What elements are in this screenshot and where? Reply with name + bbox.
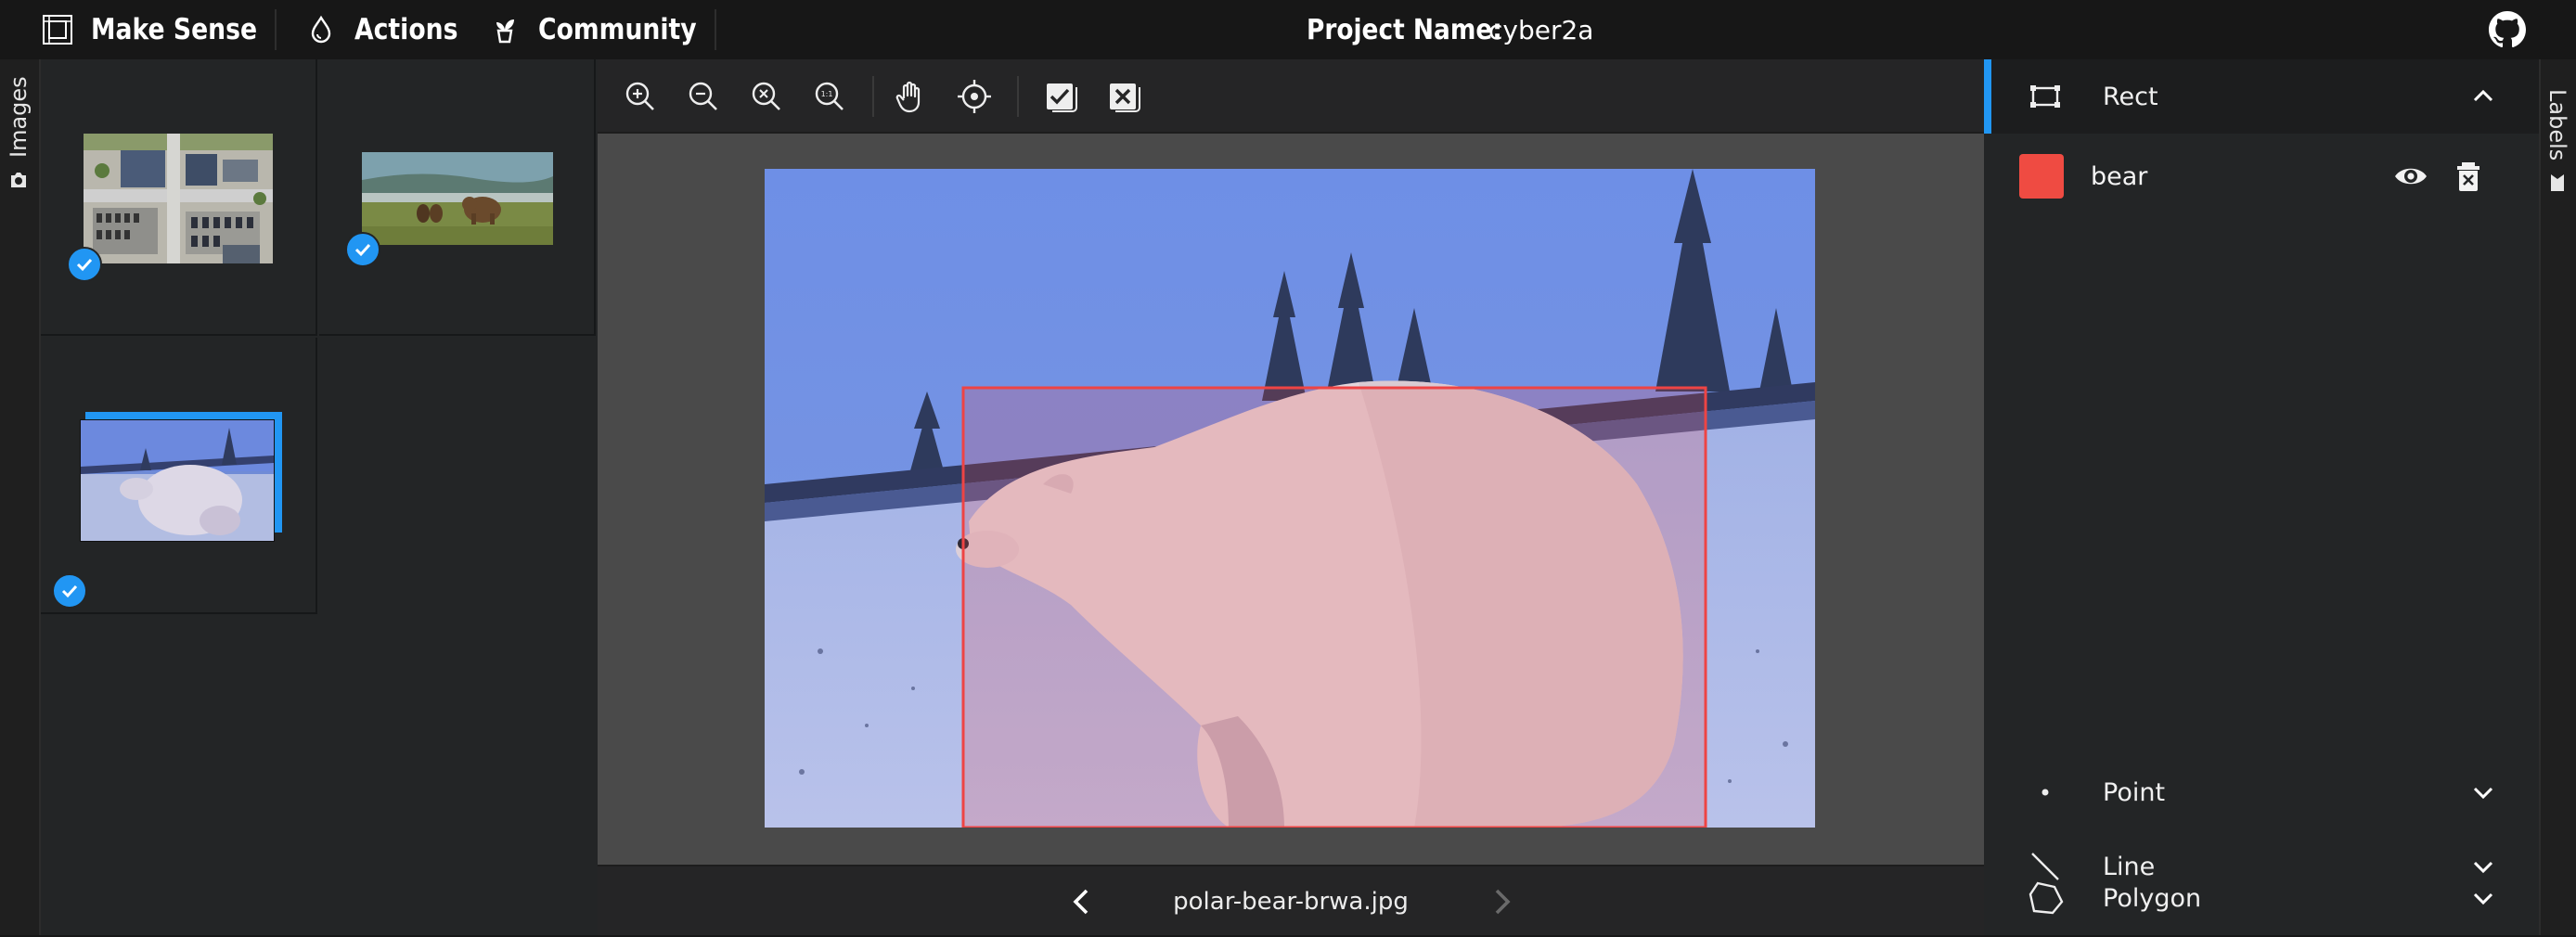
image-thumbnail[interactable] bbox=[80, 419, 275, 542]
image-thumbnail-cell-selected[interactable] bbox=[41, 338, 317, 614]
point-icon bbox=[2041, 789, 2049, 796]
images-panel bbox=[41, 59, 598, 935]
project-name-value[interactable]: cyber2a bbox=[1488, 15, 1593, 45]
zoom-in-icon[interactable] bbox=[622, 78, 659, 115]
images-tab-label: Images bbox=[6, 76, 32, 158]
delete-label-icon[interactable] bbox=[2450, 158, 2487, 195]
editor-toolbar: 1:1 bbox=[598, 59, 1984, 134]
labels-tab-label: Labels bbox=[2544, 89, 2570, 161]
eye-icon[interactable] bbox=[2392, 158, 2429, 195]
next-image-arrow-icon[interactable] bbox=[1483, 883, 1520, 920]
image-thumbnail-cell[interactable] bbox=[41, 59, 317, 336]
zoom-out-icon[interactable] bbox=[685, 78, 722, 115]
tool-point-header[interactable]: Point bbox=[1984, 755, 2539, 829]
label-item[interactable]: bear bbox=[1984, 141, 2539, 212]
aerial-thumbnail-image bbox=[84, 134, 273, 263]
image-thumbnail-cell[interactable] bbox=[319, 59, 596, 336]
chevron-down-icon[interactable] bbox=[2468, 777, 2498, 807]
editor-area: 1:1 polar-bear-brwa.jpg bbox=[598, 59, 1984, 935]
check-icon bbox=[61, 584, 78, 598]
label-name: bear bbox=[2091, 161, 2148, 191]
svg-text:1:1: 1:1 bbox=[821, 90, 833, 98]
annotated-check-badge bbox=[345, 232, 380, 267]
toolbar-divider bbox=[1017, 76, 1019, 117]
nav-divider bbox=[275, 9, 277, 50]
tool-rect-header[interactable]: Rect bbox=[1984, 59, 2539, 134]
zoom-actual-icon[interactable]: 1:1 bbox=[811, 78, 848, 115]
community-icon bbox=[496, 19, 514, 44]
github-icon[interactable] bbox=[2489, 11, 2526, 48]
check-icon bbox=[354, 243, 371, 257]
project-name-label: Project Name: bbox=[1307, 13, 1502, 46]
polar-bear-image bbox=[765, 169, 1815, 828]
chevron-up-icon[interactable] bbox=[2468, 82, 2498, 111]
tool-rect-label: Rect bbox=[2103, 82, 2158, 111]
toolbar-divider bbox=[872, 76, 874, 117]
labels-panel: Rect bear Point Line Polygon bbox=[1984, 59, 2539, 935]
tag-icon bbox=[2551, 174, 2564, 192]
rectangle-icon bbox=[2030, 85, 2060, 108]
zoom-fit-icon[interactable] bbox=[748, 78, 785, 115]
top-navigation-bar: Make Sense Actions Community Project Nam… bbox=[0, 0, 2576, 59]
image-thumbnail[interactable] bbox=[362, 152, 553, 245]
annotated-check-badge bbox=[52, 573, 87, 609]
reject-labels-icon[interactable] bbox=[1104, 78, 1141, 115]
brown-bears-thumbnail-image bbox=[362, 152, 553, 245]
image-navigation-bar: polar-bear-brwa.jpg bbox=[598, 865, 1984, 935]
labels-side-tab[interactable]: Labels bbox=[2539, 59, 2576, 935]
tool-polygon-header[interactable]: Polygon bbox=[1984, 861, 2539, 935]
accept-labels-icon[interactable] bbox=[1041, 78, 1078, 115]
polygon-icon bbox=[2029, 881, 2064, 915]
chevron-down-icon[interactable] bbox=[2468, 883, 2498, 913]
bear-bounding-box bbox=[961, 386, 1707, 828]
app-name: Make Sense bbox=[91, 13, 258, 46]
drop-icon bbox=[311, 15, 331, 44]
nav-actions-label: Actions bbox=[354, 13, 458, 46]
images-side-tab[interactable]: Images bbox=[0, 59, 41, 935]
crosshair-icon[interactable] bbox=[956, 78, 993, 115]
pan-hand-icon[interactable] bbox=[893, 78, 930, 115]
camera-icon bbox=[11, 173, 26, 187]
images-tab-content: Images bbox=[6, 76, 32, 191]
labels-tab-content: Labels bbox=[2544, 89, 2570, 194]
annotated-check-badge bbox=[67, 247, 102, 282]
nav-divider bbox=[715, 9, 716, 50]
check-icon bbox=[76, 258, 93, 272]
label-color-swatch[interactable] bbox=[2019, 154, 2064, 199]
polar-bear-thumbnail-image bbox=[81, 420, 274, 541]
nav-community-label: Community bbox=[538, 13, 697, 46]
tool-polygon-label: Polygon bbox=[2103, 883, 2202, 913]
current-image-filename: polar-bear-brwa.jpg bbox=[1173, 888, 1409, 916]
project-name: Project Name: cyber2a bbox=[1307, 0, 1593, 59]
nav-community[interactable]: Community bbox=[490, 0, 722, 59]
image-thumbnail[interactable] bbox=[84, 134, 273, 263]
nav-actions[interactable]: Actions bbox=[306, 0, 475, 59]
image-canvas[interactable] bbox=[765, 169, 1815, 828]
tool-point-label: Point bbox=[2103, 777, 2166, 807]
make-sense-logo-icon bbox=[43, 15, 72, 45]
brand-logo[interactable]: Make Sense bbox=[41, 0, 284, 59]
